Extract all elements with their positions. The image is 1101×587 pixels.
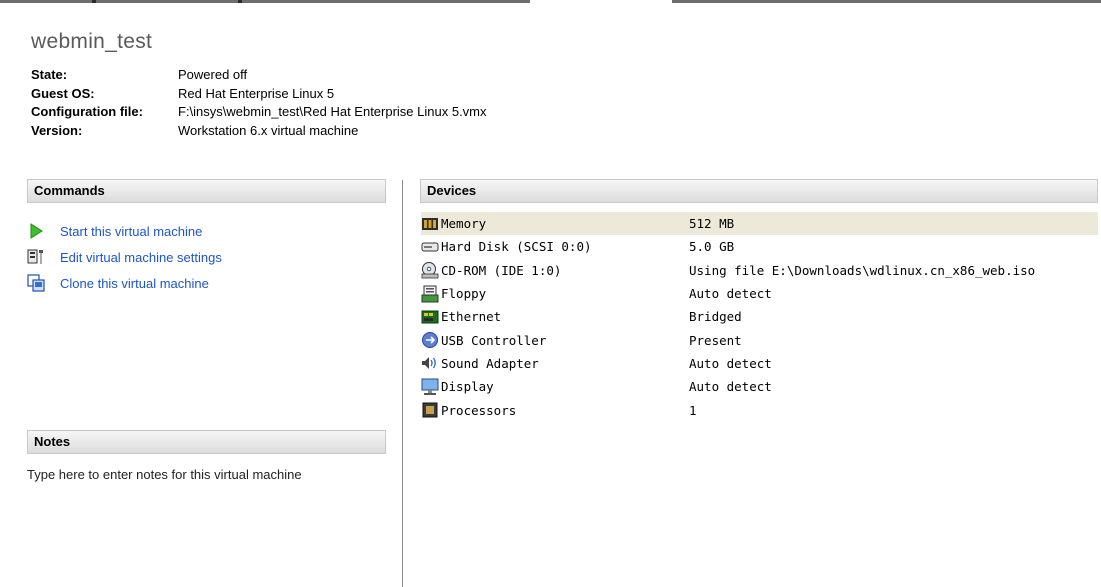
devices-list: Memory 512 MB Hard Disk (SCSI 0:0) 5.0 G… bbox=[421, 212, 1098, 422]
property-version: Version: Workstation 6.x virtual machine bbox=[31, 122, 487, 141]
property-label: State: bbox=[31, 67, 68, 82]
device-value: Present bbox=[689, 332, 742, 348]
hard-disk-icon bbox=[421, 238, 439, 256]
device-name: USB Controller bbox=[441, 332, 547, 348]
start-vm-command[interactable]: Start this virtual machine bbox=[27, 218, 222, 244]
device-row-hard-disk[interactable]: Hard Disk (SCSI 0:0) 5.0 GB bbox=[421, 235, 1098, 258]
device-row-cdrom[interactable]: CD-ROM (IDE 1:0) Using file E:\Downloads… bbox=[421, 259, 1098, 282]
vm-name-title: webmin_test bbox=[31, 30, 153, 53]
usb-icon bbox=[421, 331, 439, 349]
top-border-tick bbox=[92, 0, 96, 3]
vm-properties: State: Powered off Guest OS: Red Hat Ent… bbox=[31, 66, 487, 140]
device-name-cell: Floppy bbox=[421, 285, 689, 303]
settings-icon bbox=[27, 248, 45, 266]
device-value: 5.0 GB bbox=[689, 239, 735, 255]
edit-vm-settings-command[interactable]: Edit virtual machine settings bbox=[27, 244, 222, 270]
notes-input[interactable]: Type here to enter notes for this virtua… bbox=[27, 467, 302, 482]
device-row-ethernet[interactable]: Ethernet Bridged bbox=[421, 305, 1098, 328]
device-value: Using file E:\Downloads\wdlinux.cn_x86_w… bbox=[689, 262, 1036, 278]
clone-vm-command[interactable]: Clone this virtual machine bbox=[27, 270, 222, 296]
device-row-memory[interactable]: Memory 512 MB bbox=[421, 212, 1098, 236]
device-value: Auto detect bbox=[689, 286, 772, 302]
device-name: Display bbox=[441, 379, 494, 395]
top-border-tick bbox=[238, 0, 242, 3]
device-row-usb[interactable]: USB Controller Present bbox=[421, 328, 1098, 351]
property-value: Red Hat Enterprise Linux 5 bbox=[178, 85, 335, 101]
display-icon bbox=[421, 378, 439, 396]
floppy-icon bbox=[421, 285, 439, 303]
device-name: Floppy bbox=[441, 286, 487, 302]
device-name: Processors bbox=[441, 402, 517, 418]
device-row-display[interactable]: Display Auto detect bbox=[421, 375, 1098, 398]
play-icon bbox=[27, 222, 45, 240]
device-name: Hard Disk (SCSI 0:0) bbox=[441, 239, 592, 255]
device-name: Sound Adapter bbox=[441, 355, 539, 371]
clone-vm-label[interactable]: Clone this virtual machine bbox=[60, 276, 209, 291]
device-name-cell: CD-ROM (IDE 1:0) bbox=[421, 261, 689, 279]
start-vm-label[interactable]: Start this virtual machine bbox=[60, 224, 202, 239]
property-value: F:\insys\webmin_test\Red Hat Enterprise … bbox=[178, 104, 487, 119]
processor-icon bbox=[421, 401, 439, 419]
device-value: 1 bbox=[689, 402, 697, 418]
device-name: Ethernet bbox=[441, 309, 502, 325]
property-guest-os: Guest OS: Red Hat Enterprise Linux 5 bbox=[31, 85, 487, 104]
device-row-processors[interactable]: Processors 1 bbox=[421, 398, 1098, 421]
device-value: 512 MB bbox=[689, 216, 735, 232]
devices-header: Devices bbox=[420, 179, 1098, 203]
device-name-cell: Sound Adapter bbox=[421, 354, 689, 372]
device-row-sound[interactable]: Sound Adapter Auto detect bbox=[421, 352, 1098, 375]
ethernet-icon bbox=[421, 308, 439, 326]
property-value: Powered off bbox=[178, 67, 248, 82]
commands-header: Commands bbox=[27, 179, 386, 203]
property-label: Configuration file: bbox=[31, 104, 143, 119]
device-name-cell: Processors bbox=[421, 401, 689, 419]
property-config-file: Configuration file: F:\insys\webmin_test… bbox=[31, 103, 487, 122]
top-border-right bbox=[672, 0, 1101, 3]
panel-divider bbox=[402, 180, 403, 587]
property-label: Version: bbox=[31, 122, 83, 138]
device-name-cell: Display bbox=[421, 378, 689, 396]
device-name-cell: USB Controller bbox=[421, 331, 689, 349]
commands-list: Start this virtual machine Edit virtual … bbox=[27, 218, 222, 296]
device-row-floppy[interactable]: Floppy Auto detect bbox=[421, 282, 1098, 305]
sound-icon bbox=[421, 354, 439, 372]
property-value: Workstation 6.x virtual machine bbox=[178, 122, 359, 138]
device-value: Bridged bbox=[689, 309, 742, 325]
notes-header: Notes bbox=[27, 430, 386, 454]
edit-vm-settings-label[interactable]: Edit virtual machine settings bbox=[60, 250, 222, 265]
memory-icon bbox=[421, 215, 439, 233]
cdrom-icon bbox=[421, 261, 439, 279]
top-border-left bbox=[0, 0, 530, 3]
device-name: Memory bbox=[441, 216, 487, 232]
device-value: Auto detect bbox=[689, 355, 772, 371]
device-name: CD-ROM (IDE 1:0) bbox=[441, 262, 562, 278]
device-value: Auto detect bbox=[689, 379, 772, 395]
property-label: Guest OS: bbox=[31, 85, 95, 101]
device-name-cell: Memory bbox=[421, 215, 689, 233]
property-state: State: Powered off bbox=[31, 66, 487, 85]
device-name-cell: Hard Disk (SCSI 0:0) bbox=[421, 238, 689, 256]
clone-icon bbox=[27, 274, 45, 292]
device-name-cell: Ethernet bbox=[421, 308, 689, 326]
